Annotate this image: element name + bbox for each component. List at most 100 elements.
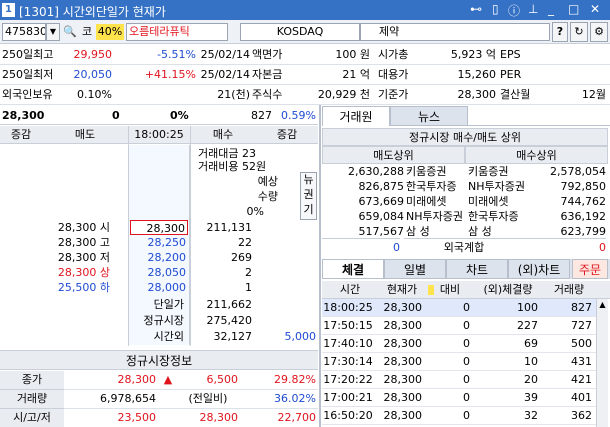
info-l1: 250일최고 [2, 48, 54, 61]
link-icon[interactable]: ⊷ [470, 2, 482, 16]
tab-ticks[interactable]: 체결 [322, 259, 384, 279]
ticks-cell: 17:00:21 [323, 391, 373, 404]
up-arrow-icon [160, 390, 176, 408]
order-button[interactable]: 주문 [572, 259, 608, 279]
orderbook-buy-price[interactable]: 28,000 [130, 280, 188, 295]
news-tab-char-3: 기 [303, 203, 314, 216]
broker-buy-name[interactable]: 미래에셋 [468, 194, 530, 209]
ticks-cell: 500 [571, 337, 592, 350]
panel-divider [319, 105, 321, 427]
tab-ticks[interactable]: (외)차트 [508, 259, 570, 279]
ticks-cell: 28,300 [383, 301, 423, 314]
margin-rate: 40% [96, 24, 124, 40]
orderbook-buy-qty: 22 [238, 236, 252, 249]
orderbook-buy-qty: 211,131 [206, 221, 253, 234]
broker-sell-name[interactable]: 키움증권 [406, 164, 466, 179]
info-icon[interactable]: ⓘ [508, 2, 520, 19]
broker-buy-qty: 744,762 [560, 195, 607, 208]
info-l3: 기준가 [378, 88, 409, 101]
ticks-cell: 28,300 [383, 391, 423, 404]
ticks-cell: 17:40:10 [323, 337, 373, 350]
broker-sell-name[interactable]: 미래에셋 [406, 194, 466, 209]
settings-button[interactable]: ⚙ [590, 22, 608, 42]
orderbook-col-header: 증감 [276, 128, 298, 141]
orderbook-col-header: 매도 [74, 128, 96, 141]
foreign-buy: 0 [524, 238, 606, 256]
refresh-button[interactable]: ↻ [570, 22, 588, 42]
sort-indicator [428, 285, 434, 295]
orderbook-price-label: 28,300 시 [57, 221, 110, 234]
ticks-cell: 0 [463, 301, 470, 314]
foreign-sell: 0 [322, 238, 400, 256]
orderbook-buy-price[interactable]: 28,050 [130, 265, 188, 280]
ticks-cell: 32 [524, 409, 538, 422]
tab-ticks[interactable]: 차트 [446, 259, 508, 279]
broker-sell-name[interactable]: NH투자증권 [406, 209, 466, 224]
broker-buy-name[interactable]: 삼 성 [468, 224, 530, 239]
foreign-total-label: 외국계합 [404, 238, 524, 256]
info-l3: 대용가 [378, 68, 409, 81]
ticks-cell: 28,300 [383, 373, 423, 386]
stock-name[interactable]: 오름테라퓨틱 [126, 23, 228, 41]
info-p1: -5.51% [157, 48, 196, 61]
ticks-cell: 362 [571, 409, 592, 422]
quote-volume: 827 [251, 109, 272, 122]
minimize-icon[interactable]: _ [548, 2, 554, 16]
info-v3: 15,260 [457, 68, 497, 81]
code-dropdown[interactable]: ▼ [46, 23, 60, 41]
exchange-label: KOSDAQ [240, 23, 360, 41]
quote-volume-rate: 0.59% [281, 109, 316, 122]
broker-sell-name[interactable]: 삼 성 [406, 224, 466, 239]
broker-sell-qty: 517,567 [358, 225, 405, 238]
info-v2: 20,929 천 [317, 88, 370, 101]
broker-buy-name[interactable]: 한국투자증 [468, 209, 530, 224]
close-icon[interactable]: ✕ [590, 2, 600, 16]
ticks-cell: 727 [571, 319, 592, 332]
regular-value-b: 6,500 [206, 373, 239, 386]
tab-ticks[interactable]: 일별 [384, 259, 446, 279]
regular-value-a: 23,500 [117, 411, 157, 424]
orderbook-buy-price[interactable]: 28,250 [130, 235, 188, 250]
search-icon[interactable]: 🔍 [62, 23, 78, 41]
scrollbar[interactable] [596, 299, 608, 427]
broker-sell-name[interactable]: 한국투자증 [406, 179, 466, 194]
info-v1: 0.10% [77, 88, 112, 101]
info-l4: 결산월 [500, 88, 531, 101]
scroll-up-icon[interactable]: ▲ [597, 299, 608, 311]
info-v2: 21 억 [342, 68, 370, 81]
maximize-icon[interactable]: □ [568, 2, 579, 16]
quote-price: 28,300 [2, 109, 45, 122]
broker-sell-qty: 659,084 [358, 210, 405, 223]
title-bar: 1 [1301] 시간외단일가 현재가 ⊷ ▯ ⓘ ⊥ _ □ ✕ [0, 0, 610, 20]
ticks-cell: 69 [524, 337, 538, 350]
tab-broker[interactable]: 거래원 [322, 106, 390, 126]
grid-line [190, 126, 191, 346]
broker-buy-name[interactable]: 키움증권 [468, 164, 530, 179]
sector-label: 제약 [360, 23, 550, 41]
orderbook-buy-price[interactable]: 28,300 [130, 220, 188, 235]
ticks-cell: 17:20:22 [323, 373, 373, 386]
broker-buy-name[interactable]: NH투자증권 [468, 179, 530, 194]
broker-sell-qty: 673,669 [358, 195, 405, 208]
info-v1: 29,950 [73, 48, 113, 61]
info-v4 [536, 46, 606, 64]
expected-pct: 0% [246, 205, 264, 218]
broker-title: 정규시장 매수/매도 상위 [322, 128, 608, 146]
orderbook-buy-price[interactable]: 28,200 [130, 250, 188, 265]
pin-icon[interactable]: ⊥ [528, 2, 538, 16]
broker-sell-qty: 826,875 [358, 180, 405, 193]
ticks-cell: 16:50:20 [323, 409, 373, 422]
info-l2: 주식수 [252, 88, 283, 101]
info-d1: 25/02/14 [200, 68, 250, 81]
ticks-cell: 10 [524, 355, 538, 368]
broker-sell-qty: 2,630,288 [348, 165, 404, 178]
quote-change: 0 [112, 109, 120, 122]
help-button[interactable]: ? [552, 22, 568, 42]
tab-news[interactable]: 뉴스 [390, 106, 468, 126]
info-v3: 5,923 억 [450, 48, 496, 61]
window-icon[interactable]: ▯ [492, 2, 499, 16]
info-row [0, 104, 610, 105]
broker-tab-underline [468, 125, 610, 126]
stock-code-input[interactable]: 475830 [2, 23, 46, 41]
regular-value-b: (전일비) [188, 392, 228, 405]
